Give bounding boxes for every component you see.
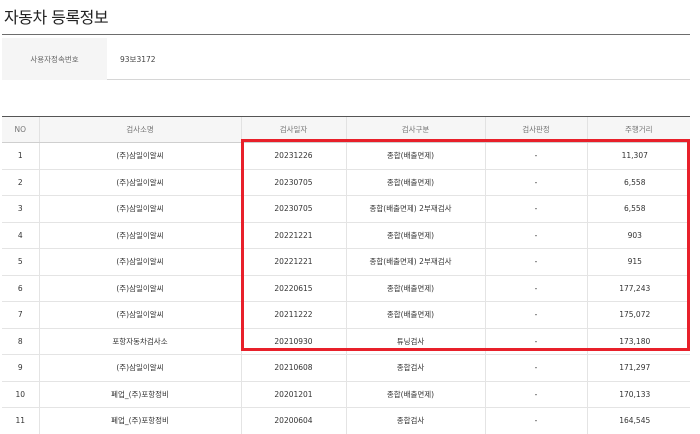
cell-no: 2: [2, 169, 39, 196]
cell-type: 튜닝검사: [345, 328, 485, 355]
cell-type: 종합(배출면제): [345, 301, 485, 329]
cell-station: 폐업_(주)포항정비: [38, 407, 241, 434]
cell-result: -: [484, 195, 587, 223]
col-header-station[interactable]: 검사소명: [38, 116, 241, 143]
table-row[interactable]: 3 (주)삼일이알씨 20230705 종합(배출면제) 2부재검사 -6,558: [2, 195, 690, 223]
cell-type: 종합(배출면제) 2부재검사: [345, 195, 485, 223]
cell-no: 4: [2, 222, 39, 249]
cell-type: 종합(배출면제): [345, 142, 485, 170]
table-row[interactable]: 9 (주)삼일이알씨 20210608 종합검사 -171,297: [2, 354, 690, 382]
cell-type: 종합(배출면제): [345, 275, 485, 302]
col-header-no[interactable]: NO: [2, 116, 39, 143]
cell-mileage: 170,133: [586, 381, 690, 408]
cell-type: 종합검사: [345, 354, 485, 382]
cell-result: -: [484, 354, 587, 382]
col-header-mileage[interactable]: 주행거리: [586, 116, 690, 143]
cell-type: 종합(배출면제): [345, 222, 485, 249]
cell-result: -: [484, 407, 587, 434]
table-row[interactable]: 7 (주)삼일이알씨 20211222 종합(배출면제) -175,072: [2, 301, 690, 329]
cell-mileage: 11,307: [586, 142, 690, 170]
cell-date: 20231226: [240, 142, 346, 170]
cell-mileage: 915: [586, 248, 690, 276]
cell-no: 1: [2, 142, 39, 170]
cell-date: 20221221: [240, 248, 346, 276]
inspection-history-table: NO 검사소명 검사일자 검사구분 검사판정 주행거리 1 (주)삼일이알씨 202…: [2, 116, 690, 434]
cell-date: 20201201: [240, 381, 346, 408]
table-row[interactable]: 4 (주)삼일이알씨 20221221 종합(배출면제) -903: [2, 222, 690, 249]
cell-date: 20230705: [240, 195, 346, 223]
cell-station: (주)삼일이알씨: [38, 142, 241, 170]
cell-result: -: [484, 142, 587, 170]
table-row[interactable]: 5 (주)삼일이알씨 20221221 종합(배출면제) 2부재검사 -915: [2, 248, 690, 276]
cell-mileage: 175,072: [586, 301, 690, 329]
cell-no: 9: [2, 354, 39, 382]
cell-no: 3: [2, 195, 39, 223]
cell-mileage: 173,180: [586, 328, 690, 355]
cell-mileage: 164,545: [586, 407, 690, 434]
col-header-date[interactable]: 검사일자: [240, 116, 346, 143]
cell-date: 20230705: [240, 169, 346, 196]
cell-result: -: [484, 248, 587, 276]
cell-station: 폐업_(주)포항정비: [38, 381, 241, 408]
cell-mileage: 903: [586, 222, 690, 249]
cell-station: (주)삼일이알씨: [38, 301, 241, 329]
cell-station: (주)삼일이알씨: [38, 169, 241, 196]
cell-result: -: [484, 328, 587, 355]
cell-mileage: 177,243: [586, 275, 690, 302]
cell-date: 20200604: [240, 407, 346, 434]
cell-no: 10: [2, 381, 39, 408]
table-row[interactable]: 6 (주)삼일이알씨 20220615 종합(배출면제) -177,243: [2, 275, 690, 302]
cell-result: -: [484, 222, 587, 249]
cell-date: 20210930: [240, 328, 346, 355]
cell-station: (주)삼일이알씨: [38, 195, 241, 223]
info-value: 93보3172: [120, 54, 156, 64]
cell-no: 11: [2, 407, 39, 434]
cell-station: (주)삼일이알씨: [38, 354, 241, 382]
cell-no: 5: [2, 248, 39, 276]
cell-type: 종합(배출면제): [345, 381, 485, 408]
cell-result: -: [484, 275, 587, 302]
cell-result: -: [484, 169, 587, 196]
cell-date: 20220615: [240, 275, 346, 302]
cell-no: 8: [2, 328, 39, 355]
cell-station: (주)삼일이알씨: [38, 248, 241, 276]
cell-no: 7: [2, 301, 39, 329]
table-row[interactable]: 1 (주)삼일이알씨 20231226 종합(배출면제) -11,307: [2, 142, 690, 170]
cell-no: 6: [2, 275, 39, 302]
info-label: 사용자정속번호: [2, 38, 107, 80]
cell-result: -: [484, 381, 587, 408]
cell-mileage: 6,558: [586, 169, 690, 196]
cell-date: 20210608: [240, 354, 346, 382]
table-row[interactable]: 2 (주)삼일이알씨 20230705 종합(배출면제) -6,558: [2, 169, 690, 196]
table-row[interactable]: 8 포항자동차검사소 20210930 튜닝검사 -173,180: [2, 328, 690, 355]
cell-station: 포항자동차검사소: [38, 328, 241, 355]
vehicle-info-box: 사용자정속번호 93보3172: [2, 38, 690, 80]
table-header-row: NO 검사소명 검사일자 검사구분 검사판정 주행거리: [2, 116, 690, 143]
cell-station: (주)삼일이알씨: [38, 275, 241, 302]
cell-type: 종합(배출면제) 2부재검사: [345, 248, 485, 276]
col-header-result[interactable]: 검사판정: [484, 116, 587, 143]
cell-result: -: [484, 301, 587, 329]
cell-station: (주)삼일이알씨: [38, 222, 241, 249]
cell-type: 종합검사: [345, 407, 485, 434]
title-divider: [2, 34, 690, 35]
cell-mileage: 171,297: [586, 354, 690, 382]
cell-type: 종합(배출면제): [345, 169, 485, 196]
col-header-type[interactable]: 검사구분: [345, 116, 485, 143]
page-title: 자동차 등록정보: [4, 8, 109, 27]
cell-date: 20221221: [240, 222, 346, 249]
table-row[interactable]: 11 폐업_(주)포항정비 20200604 종합검사 -164,545: [2, 407, 690, 434]
cell-date: 20211222: [240, 301, 346, 329]
table-row[interactable]: 10 폐업_(주)포항정비 20201201 종합(배출면제) -170,133: [2, 381, 690, 408]
cell-mileage: 6,558: [586, 195, 690, 223]
